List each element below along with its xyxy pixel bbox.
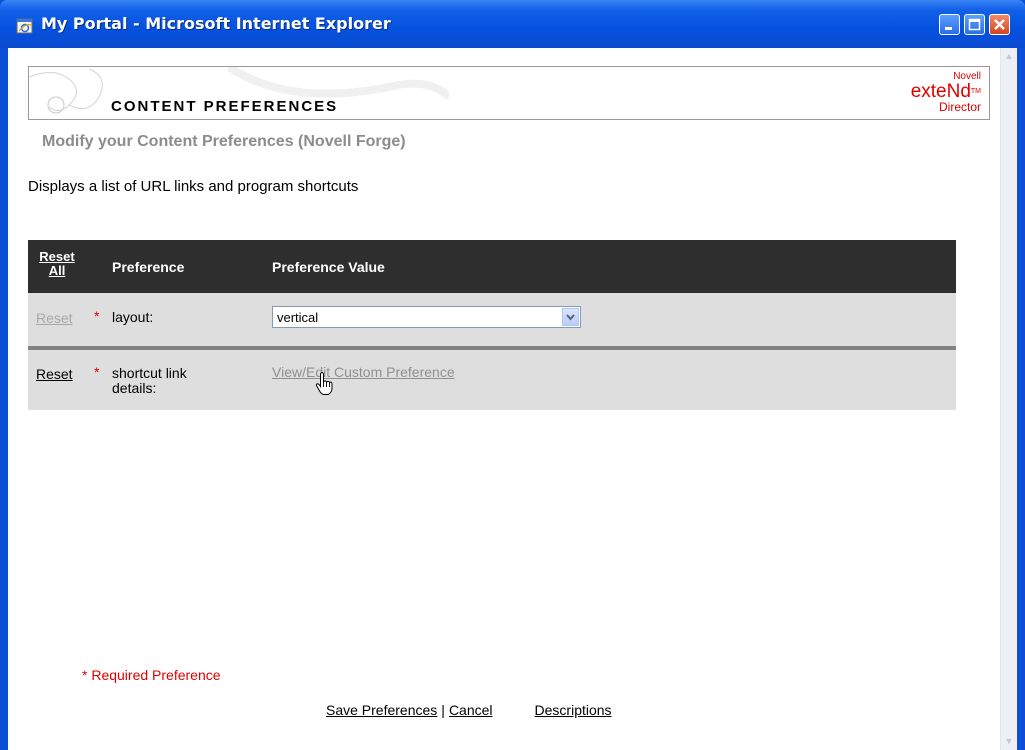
maximize-button[interactable] [964,14,985,35]
title-bar[interactable]: My Portal - Microsoft Internet Explorer [0,0,1025,48]
reset-layout-link: Reset [36,310,73,326]
table-row-layout: Reset * layout: vertical [28,293,956,346]
logo-product: exteNdTM [911,82,981,101]
action-links: Save Preferences | Cancel Descriptions [326,702,612,718]
maximize-icon [968,18,981,31]
reset-all-line1: Reset [39,249,75,264]
descriptions-link[interactable]: Descriptions [535,702,612,718]
minimize-icon [945,27,952,30]
scroll-up-arrow-icon[interactable]: ▲ [1001,48,1017,65]
shortcut-label-line2: details: [112,380,157,396]
close-icon [994,19,1005,30]
ie-icon [16,18,33,34]
table-row-shortcut-link-details: Reset * shortcut link details: View/Edit… [28,350,956,410]
required-preference-note: * Required Preference [82,667,221,683]
novell-extend-logo: Novell exteNdTM Director [911,71,981,114]
required-marker: * [94,308,100,324]
preferences-table: Reset All Preference Preference Value Re… [28,240,956,410]
logo-trademark: TM [970,88,981,95]
link-separator: | [441,702,445,718]
vertical-scrollbar[interactable]: ▲ ▼ [1000,48,1017,750]
window-title: My Portal - Microsoft Internet Explorer [41,14,391,33]
required-marker: * [94,364,100,380]
table-header-row: Reset All Preference Preference Value [28,240,956,293]
layout-select[interactable]: vertical [272,306,581,328]
save-preferences-link[interactable]: Save Preferences [326,702,437,718]
minimize-button[interactable] [939,14,960,35]
view-edit-custom-preference-link[interactable]: View/Edit Custom Preference [272,364,455,380]
layout-select-button[interactable] [562,308,579,326]
hand-cursor-icon [315,372,333,395]
reset-shortcut-link[interactable]: Reset [36,366,73,382]
page-content: CONTENT PREFERENCES Novell exteNdTM Dire… [8,48,1017,750]
header-banner: CONTENT PREFERENCES Novell exteNdTM Dire… [28,66,990,120]
column-header-preference: Preference [112,259,185,275]
browser-window: My Portal - Microsoft Internet Explorer … [0,0,1025,750]
page-title: CONTENT PREFERENCES [111,98,339,115]
close-button[interactable] [989,14,1010,35]
scroll-down-arrow-icon[interactable]: ▼ [1001,733,1017,750]
portlet-description: Displays a list of URL links and program… [28,178,359,195]
window-right-border [1017,48,1025,750]
layout-select-value: vertical [277,310,319,325]
reset-all-line2: All [48,263,66,278]
chevron-down-icon [566,314,575,321]
window-left-border [0,48,8,750]
reset-all-link[interactable]: Reset All [34,250,80,278]
shortcut-link-details-label: shortcut link details: [112,366,187,396]
shortcut-label-line1: shortcut link [112,365,187,381]
logo-product-name: exteNd [910,81,971,102]
cancel-link[interactable]: Cancel [449,702,493,718]
logo-subproduct: Director [938,100,981,114]
page-subtitle: Modify your Content Preferences (Novell … [42,133,406,150]
layout-label: layout: [112,309,154,325]
column-header-value: Preference Value [272,259,385,275]
